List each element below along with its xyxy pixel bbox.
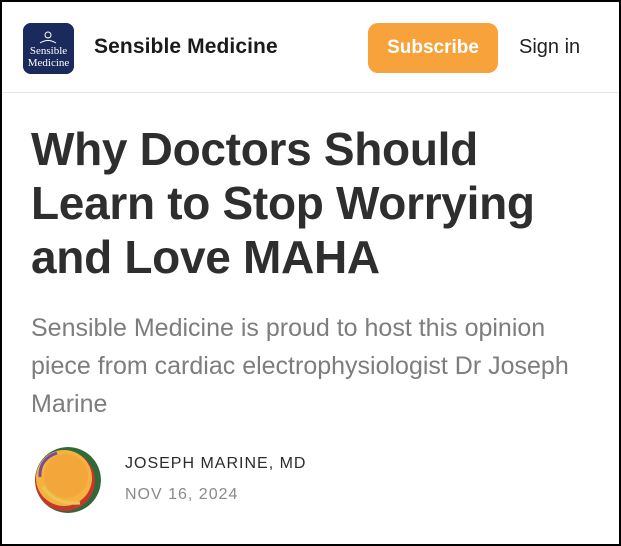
publish-date: NOV 16, 2024 <box>125 486 239 503</box>
page-frame: Sensible Medicine Sensible Medicine Subs… <box>0 0 621 546</box>
article-subtitle: Sensible Medicine is proud to host this … <box>31 314 569 418</box>
site-header: Sensible Medicine Sensible Medicine Subs… <box>2 2 619 93</box>
sign-in-link[interactable]: Sign in <box>519 36 580 59</box>
article-title: Why Doctors Should Learn to Stop Worryin… <box>31 123 535 283</box>
publication-name[interactable]: Sensible Medicine <box>94 35 278 59</box>
logo-icon: Sensible Medicine <box>23 23 74 74</box>
publication-logo[interactable]: Sensible Medicine <box>23 23 74 74</box>
logo-text-line2: Medicine <box>28 57 70 69</box>
subscribe-button[interactable]: Subscribe <box>368 23 498 73</box>
logo-text-line1: Sensible <box>30 45 67 57</box>
author-name[interactable]: JOSEPH MARINE, MD <box>125 455 306 473</box>
author-avatar-icon[interactable] <box>35 447 101 513</box>
